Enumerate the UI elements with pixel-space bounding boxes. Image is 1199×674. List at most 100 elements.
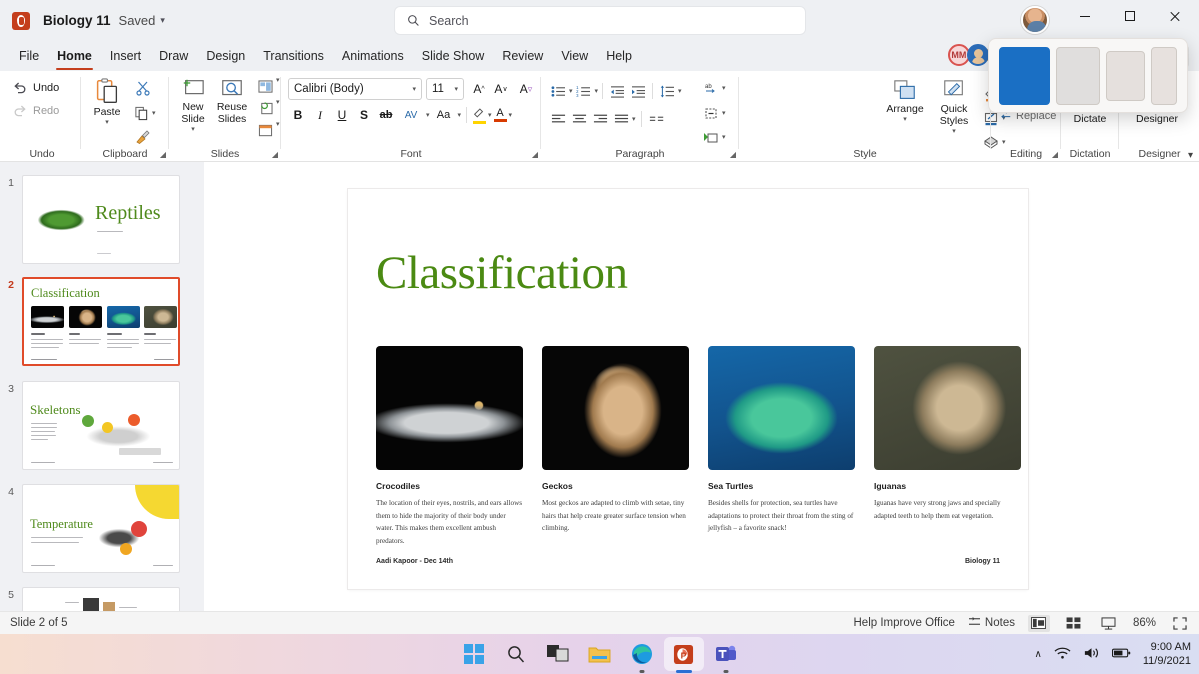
crocodile-photo[interactable] <box>376 346 523 470</box>
chevron-down-icon[interactable]: ▾ <box>458 111 462 119</box>
tab-animations[interactable]: Animations <box>333 46 413 66</box>
redo-button[interactable]: Redo <box>12 103 59 119</box>
font-dialog-launcher[interactable]: ◢ <box>532 150 538 159</box>
thumbnail-slide-2[interactable]: 2 Classification <box>0 277 204 366</box>
thumbnail-slide-4[interactable]: 4 Temperature <box>0 484 204 573</box>
start-button[interactable] <box>462 642 486 666</box>
text-shadow-button[interactable]: S <box>354 105 374 125</box>
slide-thumbnail-pane[interactable]: 1 Reptiles 2 Classification 3 Skeletons … <box>0 162 204 611</box>
slide-card[interactable]: Geckos Most geckos are adapted to climb … <box>542 346 689 547</box>
font-color-button[interactable]: A <box>493 108 507 122</box>
arrange-button[interactable]: Arrange ▾ <box>882 79 928 123</box>
tab-home[interactable]: Home <box>48 46 101 70</box>
chevron-down-icon[interactable]: ▾ <box>509 111 513 119</box>
chevron-down-icon[interactable]: ▾ <box>930 127 978 135</box>
card-heading[interactable]: Crocodiles <box>376 481 523 491</box>
chevron-down-icon[interactable]: ▾ <box>678 87 682 95</box>
strikethrough-button[interactable]: ab <box>376 105 396 125</box>
thumbnail-canvas[interactable]: Classification <box>22 277 180 366</box>
italic-button[interactable]: I <box>310 105 330 125</box>
chevron-down-icon[interactable]: ▾ <box>92 118 122 126</box>
file-explorer-icon[interactable] <box>588 642 612 666</box>
slide-footer-right[interactable]: Biology 11 <box>965 558 1000 565</box>
section-button[interactable]: ▾ <box>254 120 280 142</box>
bold-button[interactable]: B <box>288 105 308 125</box>
slide-sorter-button[interactable] <box>1063 615 1085 632</box>
gecko-photo[interactable] <box>542 346 689 470</box>
wifi-icon[interactable] <box>1054 646 1071 663</box>
slides-dialog-launcher[interactable]: ◢ <box>272 150 278 159</box>
zoom-level[interactable]: 86% <box>1133 617 1156 629</box>
new-slide-button[interactable]: New Slide ▾ <box>175 77 211 133</box>
tab-review[interactable]: Review <box>493 46 552 66</box>
chevron-down-icon[interactable]: ▾ <box>175 125 211 133</box>
cut-button[interactable] <box>132 77 154 99</box>
chevron-down-icon[interactable]: ▾ <box>595 87 599 95</box>
card-heading[interactable]: Geckos <box>542 481 689 491</box>
notes-button[interactable]: Notes <box>968 616 1015 630</box>
thumbnail-slide-1[interactable]: 1 Reptiles <box>0 175 204 264</box>
slide-card[interactable]: Crocodiles The location of their eyes, n… <box>376 346 523 547</box>
avatar[interactable] <box>1021 6 1049 34</box>
tab-transitions[interactable]: Transitions <box>254 46 333 66</box>
grow-font-button[interactable]: A ^ <box>468 78 490 100</box>
fit-slide-button[interactable] <box>1169 615 1191 632</box>
chevron-down-icon[interactable]: ▾ <box>426 111 430 119</box>
battery-icon[interactable] <box>1111 647 1131 662</box>
slide-card[interactable]: Sea Turtles Besides shells for protectio… <box>708 346 855 547</box>
help-improve-office-link[interactable]: Help Improve Office <box>854 617 955 629</box>
saved-status[interactable]: Saved ▾ <box>119 13 165 28</box>
powerpoint-taskbar-icon[interactable]: P <box>663 637 704 673</box>
snap-layout-option-2[interactable] <box>1055 46 1100 105</box>
slide-counter[interactable]: Slide 2 of 5 <box>10 617 68 629</box>
slide-canvas[interactable]: Classification Crocodiles The location o… <box>204 162 1199 611</box>
microsoft-teams-icon[interactable] <box>714 642 738 673</box>
layout-button[interactable]: ▾ <box>254 76 280 98</box>
slide-footer-left[interactable]: Aadi Kapoor - Dec 14th <box>376 558 453 565</box>
columns-button[interactable] <box>647 109 667 129</box>
chevron-down-icon[interactable]: ▾ <box>632 115 636 123</box>
shrink-font-button[interactable]: A ∨ <box>490 78 512 100</box>
chevron-down-icon[interactable]: ▾ <box>152 109 156 117</box>
snap-layout-option-1[interactable] <box>999 46 1050 105</box>
text-highlight-button[interactable] <box>472 107 486 124</box>
reading-view-button[interactable] <box>1098 615 1120 632</box>
reuse-slides-button[interactable]: Reuse Slides <box>212 77 252 125</box>
copy-button[interactable]: ▾ <box>130 102 156 124</box>
tab-file[interactable]: File <box>10 46 48 66</box>
microsoft-edge-icon[interactable] <box>630 642 654 673</box>
card-body[interactable]: Besides shells for protection, sea turtl… <box>708 497 855 535</box>
chevron-down-icon[interactable]: ▾ <box>569 87 573 95</box>
collapse-ribbon-button[interactable]: ▾ <box>1188 150 1193 161</box>
thumbnail-canvas[interactable]: Temperature <box>22 484 180 573</box>
tab-design[interactable]: Design <box>197 46 254 66</box>
collaborator-avatar-photo[interactable] <box>966 44 989 66</box>
chevron-down-icon[interactable]: ▾ <box>276 98 280 120</box>
editing-dialog-launcher[interactable]: ◢ <box>1052 150 1058 159</box>
card-body[interactable]: Most geckos are adapted to climb with se… <box>542 497 689 535</box>
card-body[interactable]: The location of their eyes, nostrils, an… <box>376 497 523 547</box>
reset-button[interactable]: ▾ <box>254 98 280 120</box>
snap-layout-option-3[interactable] <box>1105 50 1145 101</box>
thumbnail-slide-5[interactable]: 5 <box>0 587 204 611</box>
slide-card[interactable]: Iguanas Iguanas have very strong jaws an… <box>874 346 1021 547</box>
search-taskbar-icon[interactable] <box>504 642 528 666</box>
clear-formatting-button[interactable]: A ▿ <box>515 78 537 100</box>
thumbnail-slide-3[interactable]: 3 Skeletons <box>0 381 204 470</box>
tab-view[interactable]: View <box>552 46 597 66</box>
thumbnail-canvas[interactable]: Skeletons <box>22 381 180 470</box>
minimize-button[interactable] <box>1062 0 1107 32</box>
increase-indent-button[interactable] <box>628 81 648 101</box>
align-text-button[interactable]: ▾ <box>700 102 726 124</box>
clipboard-dialog-launcher[interactable]: ◢ <box>160 150 166 159</box>
sea-turtle-photo[interactable] <box>708 346 855 470</box>
thumbnail-canvas[interactable]: Reptiles <box>22 175 180 264</box>
close-button[interactable] <box>1152 0 1197 32</box>
thumbnail-canvas[interactable] <box>22 587 180 611</box>
volume-icon[interactable] <box>1083 646 1100 663</box>
decrease-indent-button[interactable] <box>607 81 627 101</box>
justify-button[interactable] <box>611 109 631 129</box>
align-right-button[interactable] <box>590 109 610 129</box>
character-spacing-button[interactable]: AV <box>398 105 424 125</box>
tray-chevron-icon[interactable]: ∧ <box>1035 649 1042 660</box>
